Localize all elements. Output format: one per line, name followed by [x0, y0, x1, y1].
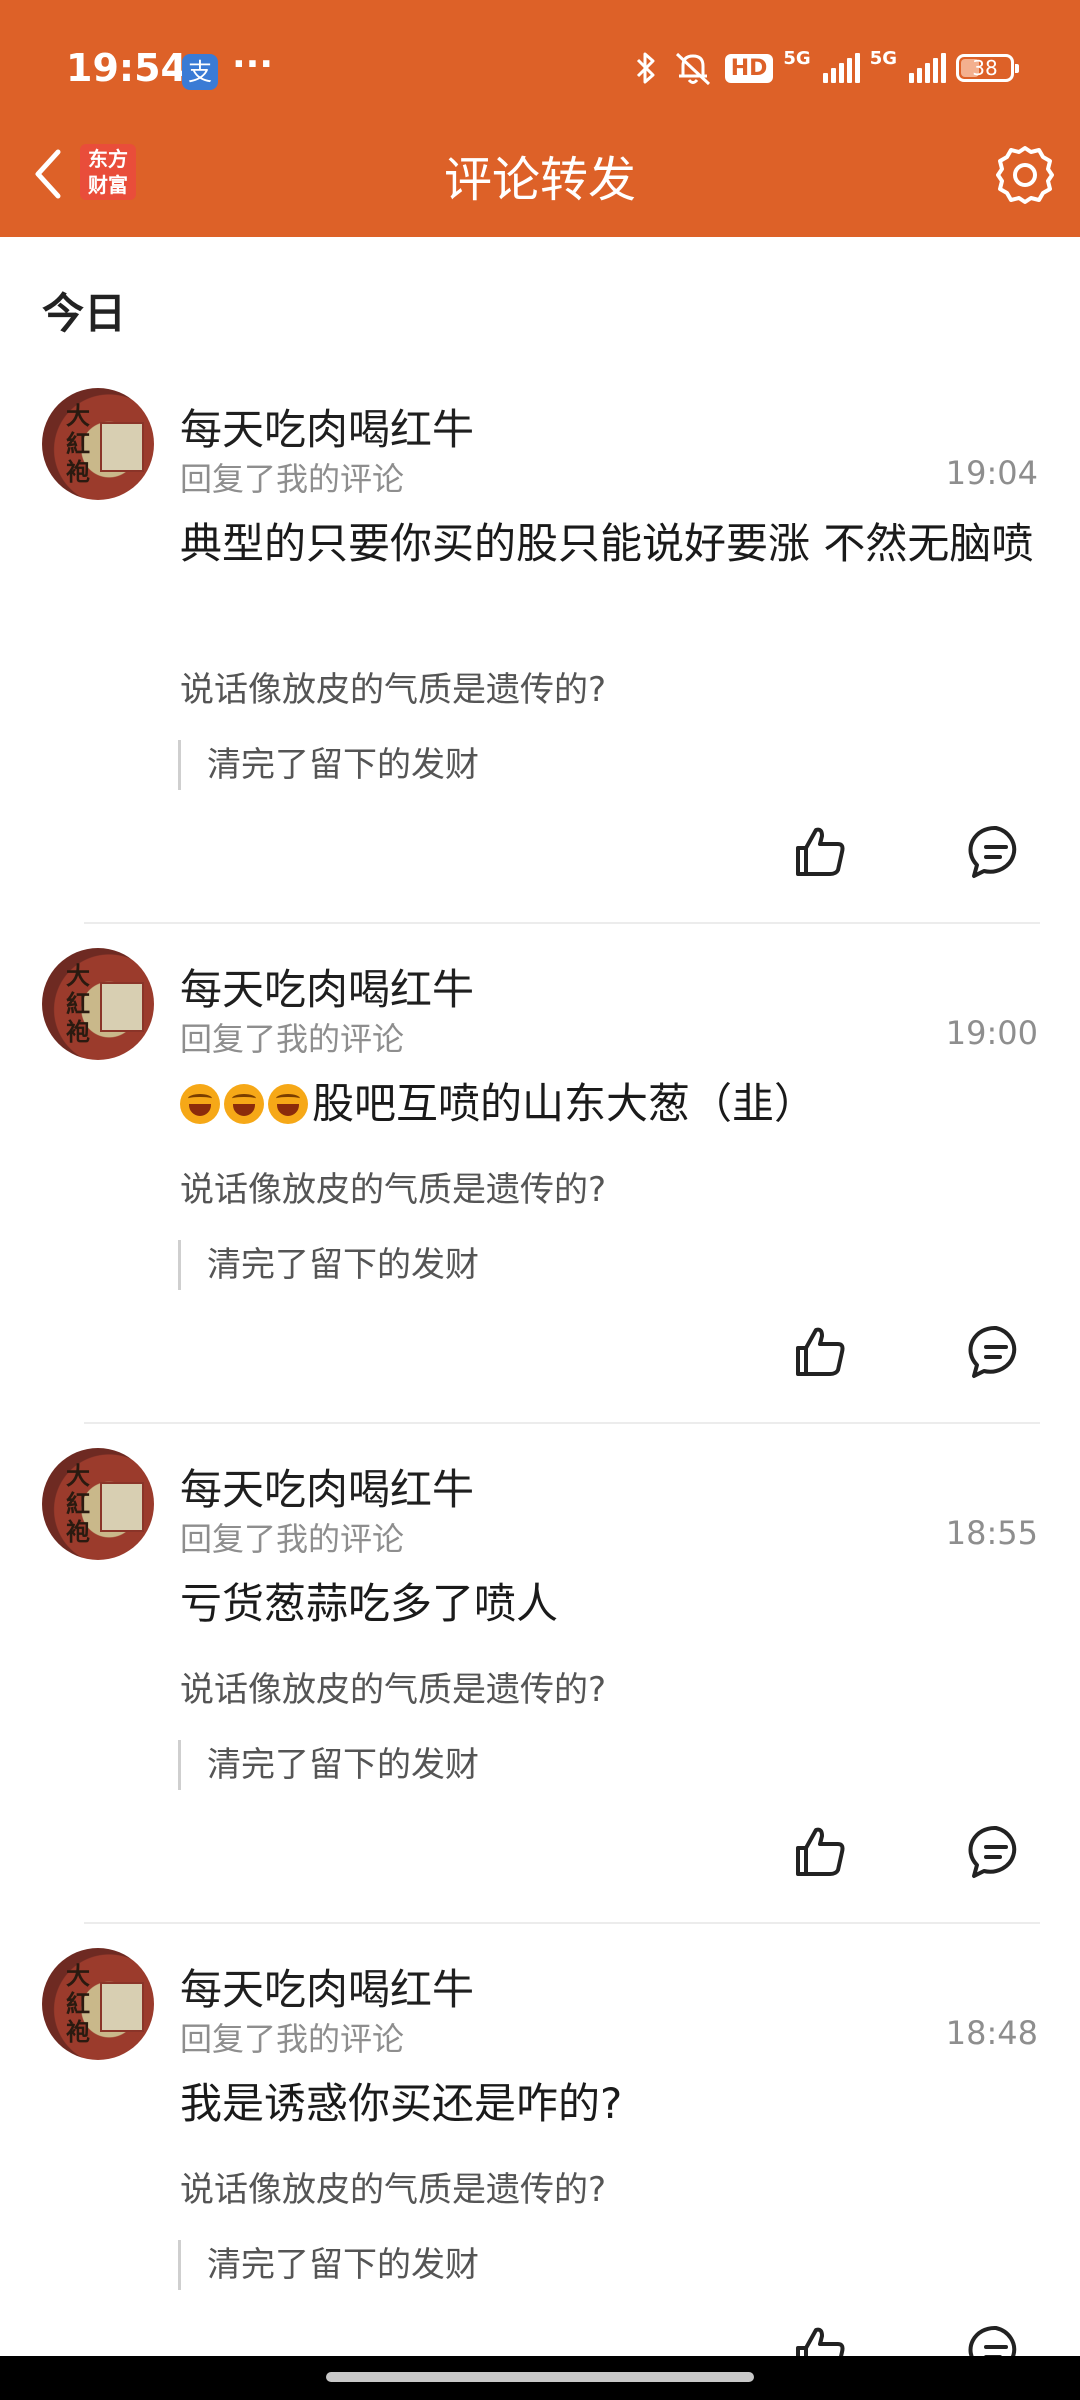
reply-button[interactable]	[966, 1822, 1026, 1882]
comment-item[interactable]: 大紅袍 每天吃肉喝红牛 回复了我的评论 18:48 我是诱惑你买还是咋的? 说话…	[0, 1948, 1080, 2378]
avatar-picture	[100, 422, 144, 472]
battery-icon: 38	[956, 54, 1019, 82]
avatar[interactable]: 大紅袍	[42, 388, 154, 500]
comment-item[interactable]: 大紅袍 每天吃肉喝红牛 回复了我的评论 18:55 亏货葱蒜吃多了喷人 说话像放…	[0, 1448, 1080, 1924]
reply-content[interactable]: 典型的只要你买的股只能说好要涨 不然无脑喷	[180, 514, 1040, 574]
laughing-emoji-icon	[224, 1084, 264, 1124]
avatar-text: 大紅袍	[66, 401, 90, 486]
item-divider	[84, 922, 1040, 924]
quoted-post[interactable]: 清完了留下的发财	[178, 2240, 479, 2290]
comment-icon	[968, 825, 1017, 878]
reply-content[interactable]: 我是诱惑你买还是咋的?	[180, 2074, 1040, 2134]
gear-icon	[996, 146, 1054, 204]
reply-content[interactable]: 亏货葱蒜吃多了喷人	[180, 1574, 1040, 1634]
avatar[interactable]: 大紅袍	[42, 1448, 154, 1560]
original-comment[interactable]: 说话像放皮的气质是遗传的?	[180, 662, 606, 711]
quoted-post[interactable]: 清完了留下的发财	[178, 1240, 479, 1290]
timestamp: 18:48	[945, 2014, 1038, 2052]
reply-text: 股吧互喷的山东大葱（韭）	[312, 1079, 817, 1128]
laughing-emoji-icon	[180, 1084, 220, 1124]
status-time: 19:54	[66, 46, 187, 90]
item-divider	[84, 1922, 1040, 1924]
timestamp: 19:04	[945, 454, 1038, 492]
more-notifications-icon: ···	[232, 44, 274, 85]
username[interactable]: 每天吃肉喝红牛	[180, 1956, 474, 2017]
quoted-post[interactable]: 清完了留下的发财	[178, 740, 479, 790]
action-text: 回复了我的评论	[180, 1520, 405, 1558]
item-divider	[84, 1422, 1040, 1424]
avatar-picture	[100, 1982, 144, 2032]
laughing-emoji-icon	[268, 1084, 308, 1124]
section-title-today: 今日	[42, 289, 127, 338]
page-title: 评论转发	[443, 152, 636, 208]
hd-voice-badge: HD	[724, 53, 774, 83]
bluetooth-icon	[636, 52, 655, 84]
timestamp: 19:00	[945, 1014, 1038, 1052]
status-bar: 19:54 支 ··· HD 5G 5G 38	[0, 38, 1080, 102]
original-comment[interactable]: 说话像放皮的气质是遗传的?	[180, 1662, 606, 1711]
reply-button[interactable]	[966, 1322, 1026, 1382]
username[interactable]: 每天吃肉喝红牛	[180, 956, 474, 1017]
quoted-post[interactable]: 清完了留下的发财	[178, 1740, 479, 1790]
reply-button[interactable]	[966, 822, 1026, 882]
action-text: 回复了我的评论	[180, 460, 405, 498]
comment-icon	[968, 1825, 1017, 1878]
username[interactable]: 每天吃肉喝红牛	[180, 396, 474, 457]
avatar-picture	[100, 1482, 144, 1532]
avatar[interactable]: 大紅袍	[42, 948, 154, 1060]
avatar-text: 大紅袍	[66, 1961, 90, 2046]
comment-item[interactable]: 大紅袍 每天吃肉喝红牛 回复了我的评论 19:00 股吧互喷的山东大葱（韭） 说…	[0, 948, 1080, 1424]
nav-bar: 东方 财富 评论转发	[0, 130, 1080, 220]
settings-button[interactable]	[990, 140, 1060, 210]
signal-strength-2-icon	[909, 53, 946, 83]
comment-icon	[968, 1325, 1017, 1378]
username[interactable]: 每天吃肉喝红牛	[180, 1456, 474, 1517]
alipay-icon: 支	[182, 54, 218, 90]
avatar-picture	[100, 982, 144, 1032]
network-type-2: 5G	[869, 48, 897, 69]
thumbs-up-icon	[796, 1327, 845, 1376]
original-comment[interactable]: 说话像放皮的气质是遗传的?	[180, 1162, 606, 1211]
avatar-text: 大紅袍	[66, 961, 90, 1046]
home-indicator[interactable]	[326, 2372, 754, 2382]
like-button[interactable]	[790, 1822, 850, 1882]
like-button[interactable]	[790, 1322, 850, 1382]
reply-content[interactable]: 股吧互喷的山东大葱（韭）	[180, 1074, 1040, 1134]
battery-level: 38	[972, 56, 998, 80]
avatar[interactable]: 大紅袍	[42, 1948, 154, 2060]
thumbs-up-icon	[796, 827, 845, 876]
signal-strength-1-icon	[822, 53, 860, 83]
comment-item[interactable]: 大紅袍 每天吃肉喝红牛 回复了我的评论 19:04 典型的只要你买的股只能说好要…	[0, 388, 1080, 924]
original-comment[interactable]: 说话像放皮的气质是遗传的?	[180, 2162, 606, 2211]
timestamp: 18:55	[945, 1514, 1038, 1552]
app-header: 19:54 支 ··· HD 5G 5G 38 东方 财富 评论转发	[0, 0, 1080, 237]
action-text: 回复了我的评论	[180, 2020, 405, 2058]
status-icons: HD 5G 5G 38	[631, 48, 1019, 88]
avatar-text: 大紅袍	[66, 1461, 90, 1546]
like-button[interactable]	[790, 822, 850, 882]
mute-bell-icon	[675, 52, 710, 86]
action-text: 回复了我的评论	[180, 1020, 405, 1058]
thumbs-up-icon	[796, 1827, 845, 1876]
network-type-1: 5G	[783, 48, 811, 69]
